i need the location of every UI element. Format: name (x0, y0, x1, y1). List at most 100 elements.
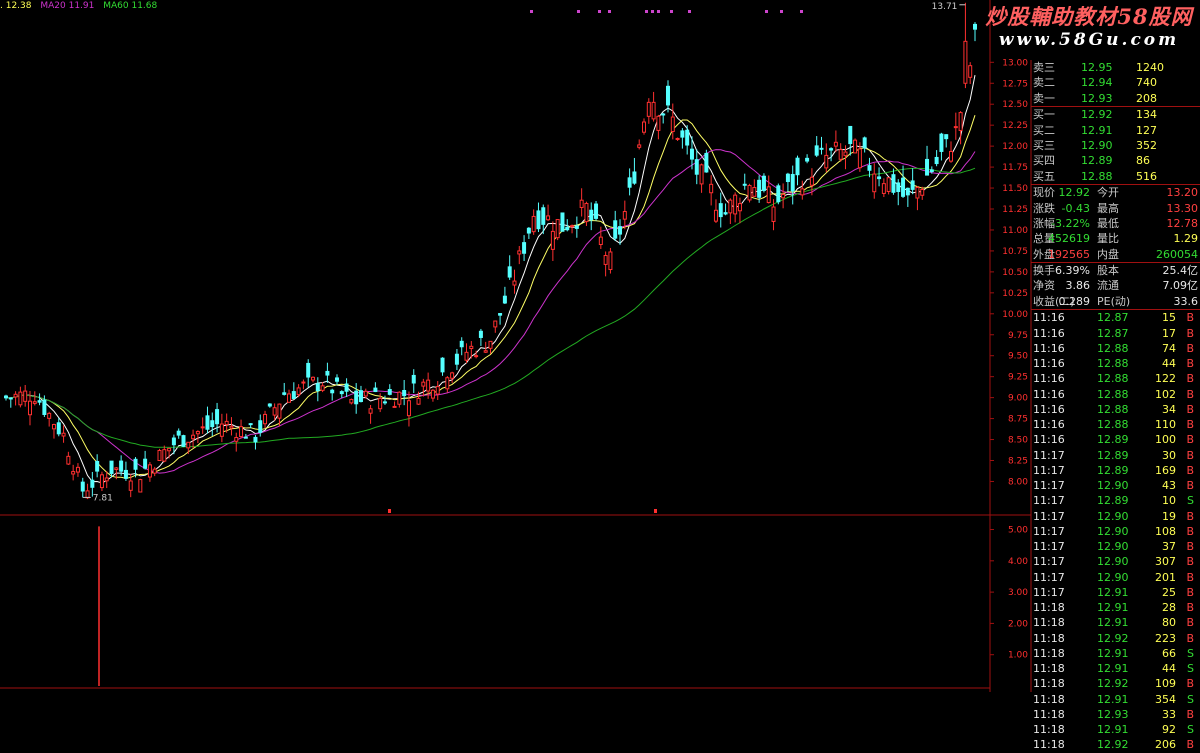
candle-body (742, 183, 747, 186)
tick-volume: 354 (1155, 692, 1176, 706)
bid-price: 12.89 (1081, 154, 1113, 168)
candle-body (42, 399, 47, 415)
candle-body (248, 423, 253, 426)
tick-time: 11:16 (1033, 418, 1065, 431)
candle-body (349, 398, 354, 404)
tick-time: 11:17 (1033, 585, 1065, 599)
tick-price: 12.90 (1097, 479, 1129, 492)
candle-body (119, 460, 124, 472)
candle-body (785, 173, 790, 183)
tick-direction: B (1186, 387, 1194, 401)
tick-volume: 25 (1162, 585, 1176, 599)
tick-time: 11:18 (1033, 677, 1065, 691)
candle-body (80, 481, 85, 492)
bid-volume: 86 (1136, 154, 1150, 168)
tick-time: 11:18 (1033, 692, 1065, 706)
candle-body (339, 391, 344, 395)
tick-row: 11:16 12.88 102 B (1031, 387, 1200, 402)
ask-price: 12.94 (1081, 76, 1113, 90)
tick-row: 11:17 12.91 25 B (1031, 585, 1200, 600)
candle-body (622, 211, 627, 220)
candle-body (517, 250, 522, 255)
bid-label: 买二 (1033, 123, 1055, 137)
candle-body (632, 171, 637, 184)
candle-body (358, 390, 363, 403)
tick-price: 12.89 (1097, 463, 1129, 477)
tick-price: 12.88 (1097, 357, 1129, 370)
tick-volume: 17 (1162, 326, 1176, 340)
candle-body (4, 395, 8, 399)
ma-legend: . 12.38 MA20 11.91 MA60 11.68 (0, 0, 163, 12)
candle-body (483, 350, 488, 353)
tick-time: 11:18 (1033, 662, 1065, 675)
candle-body (877, 176, 882, 180)
signal-dot (598, 10, 601, 13)
candle-body (584, 202, 589, 223)
candle-body (618, 226, 623, 235)
tick-direction: B (1186, 372, 1194, 386)
candle-body (133, 458, 138, 470)
ask-row: 卖二 12.94 740 (1031, 75, 1200, 90)
tick-volume: 15 (1162, 311, 1176, 325)
candle-body (502, 295, 507, 304)
candle-body (896, 182, 901, 193)
price-tick-label: 12.75 (1002, 79, 1028, 89)
price-tick-label: 11.50 (1002, 184, 1028, 194)
candle-body (886, 177, 891, 192)
candle-body (958, 112, 963, 131)
tick-volume: 108 (1155, 524, 1176, 538)
tick-volume: 92 (1162, 723, 1176, 736)
tick-row: 11:17 12.90 37 B (1031, 539, 1200, 554)
candle-body (344, 383, 349, 392)
candle-body (963, 40, 968, 84)
ma20-legend: MA20 11.91 (40, 1, 95, 11)
candle-body (315, 383, 320, 392)
candle-body (541, 207, 546, 225)
info-row: 净资 3.86 流通 7.09亿 (1031, 278, 1200, 293)
tick-price: 12.87 (1097, 326, 1129, 340)
stat-value: -3.22% (1051, 216, 1090, 230)
tick-price: 12.91 (1097, 646, 1129, 660)
candle-body (426, 379, 431, 392)
candle-body (901, 177, 906, 197)
tick-direction: B (1186, 616, 1194, 630)
candle-body (354, 390, 359, 405)
tick-time: 11:17 (1033, 509, 1065, 523)
watermark: 炒股輔助教材58股网 www.58Gu.com (978, 5, 1200, 51)
candle-body (23, 390, 28, 402)
candle-body (526, 227, 531, 234)
tick-row: 11:18 12.91 28 B (1031, 600, 1200, 615)
stat-value: 452619 (1048, 232, 1090, 246)
candle-body (709, 183, 714, 194)
stat-value: 13.30 (1166, 201, 1199, 215)
candle-body (843, 151, 848, 157)
candle-body (176, 430, 181, 436)
candle-body (181, 435, 186, 447)
bid-volume: 127 (1136, 123, 1157, 137)
price-axis: 13.00 12.75 12.50 12.25 12.00 11.75 11.50 11.25… (990, 58, 1028, 661)
ma5-legend: . 12.38 (0, 1, 32, 11)
price-tick-label: 10.25 (1002, 289, 1028, 299)
candle-body (713, 209, 718, 222)
info-label: 净资 (1033, 279, 1055, 293)
stat-value: 13.20 (1166, 186, 1199, 200)
candle-body (195, 431, 200, 435)
tick-row: 11:16 12.89 100 B (1031, 432, 1200, 447)
volume-tick-label: 4.00 (1008, 557, 1028, 567)
stat-label: 内盘 (1097, 247, 1119, 261)
candle-body (167, 447, 172, 452)
info-row: 换手 6.39% 股本 25.4亿 (1031, 262, 1200, 278)
candle-body (776, 185, 781, 203)
ask-row: 卖一 12.93 208 (1031, 91, 1200, 106)
tick-direction: S (1187, 723, 1194, 736)
candle-body (838, 149, 843, 160)
tick-price: 12.89 (1097, 494, 1129, 508)
info-value: 7.09亿 (1162, 279, 1199, 293)
signal-dot (608, 10, 611, 13)
candle-body (27, 400, 32, 416)
stat-row: 外盘 192565 内盘 260054 (1031, 247, 1200, 262)
tick-time: 11:18 (1033, 723, 1065, 736)
candle-body (694, 159, 699, 175)
candle-body (464, 351, 469, 361)
candle-body (574, 225, 579, 229)
